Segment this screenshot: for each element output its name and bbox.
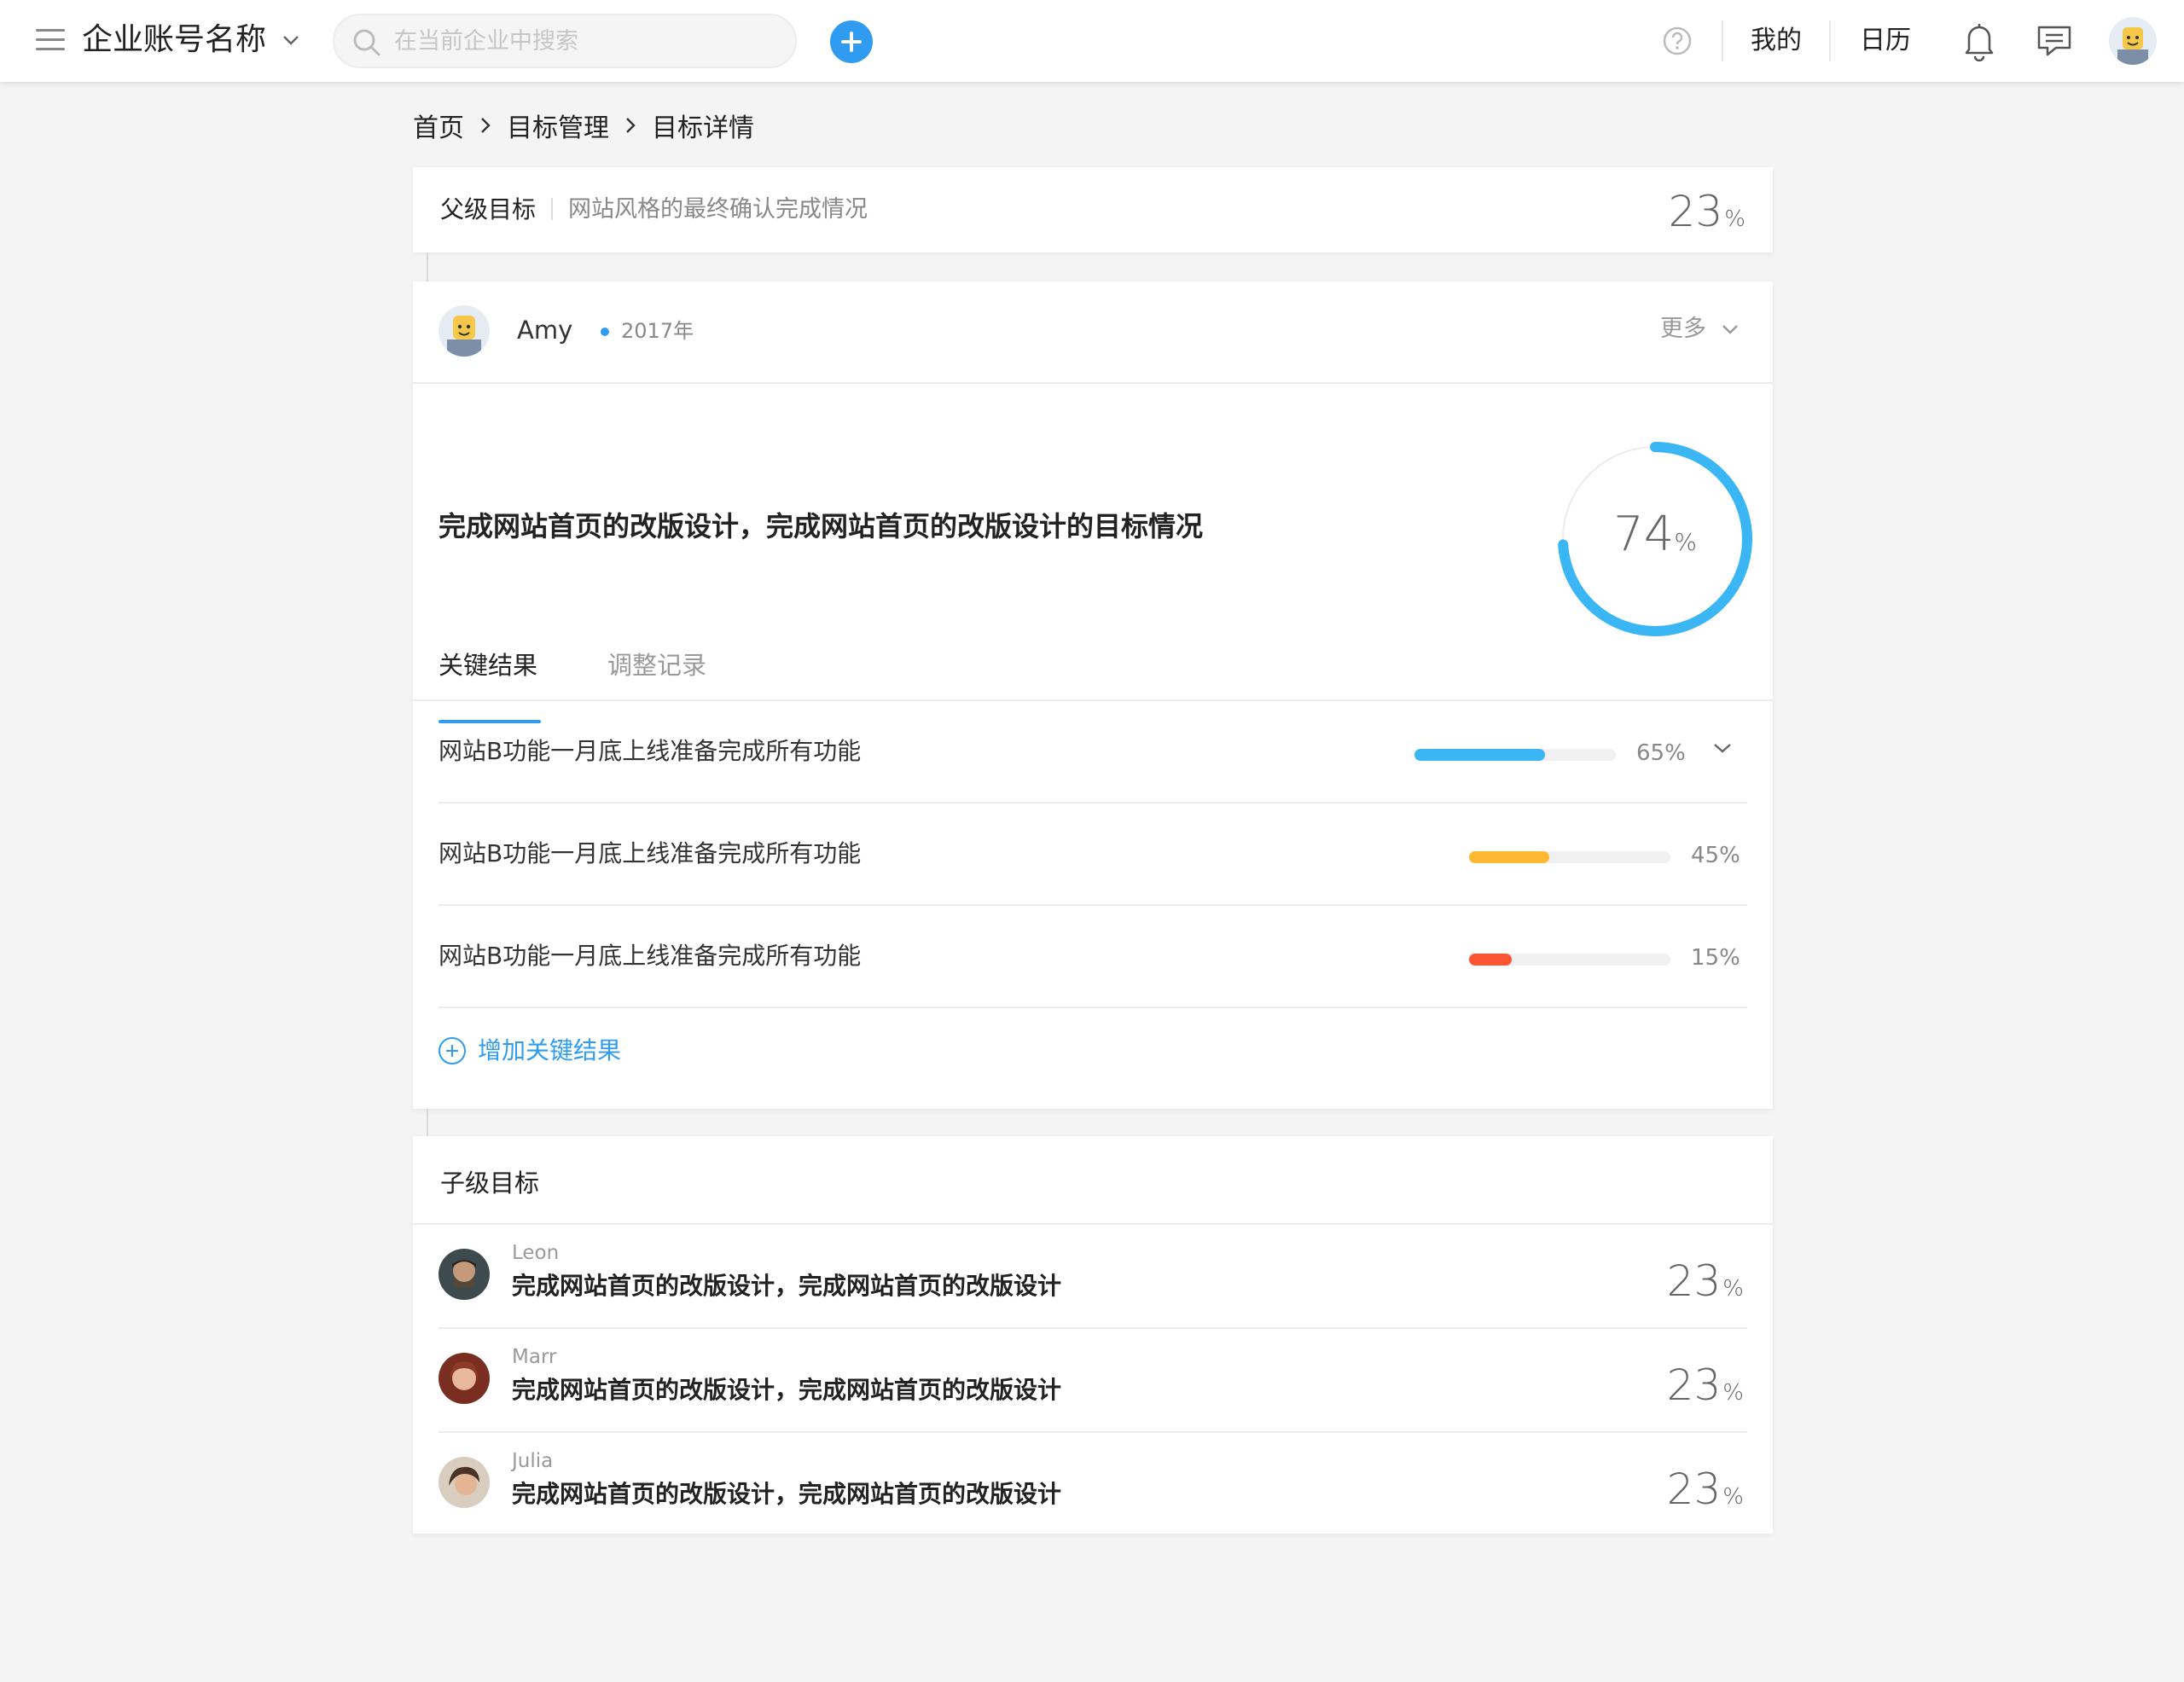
- sub-goal-progress: 23%: [1667, 1256, 1744, 1314]
- percent-unit: %: [1722, 1380, 1744, 1406]
- percent-value: 23: [1666, 1464, 1722, 1514]
- progress-bar: [1469, 851, 1670, 863]
- search-input[interactable]: [394, 22, 778, 60]
- percent-value: 23: [1668, 187, 1723, 236]
- owner-name: Amy: [517, 316, 573, 345]
- chevron-down-icon[interactable]: [282, 31, 300, 49]
- progress-bar: [1414, 749, 1616, 761]
- help-icon[interactable]: [1662, 26, 1693, 56]
- avatar[interactable]: [2109, 17, 2157, 65]
- key-result-percent: 45%: [1691, 843, 1740, 868]
- user-avatar-icon: [439, 1353, 490, 1404]
- goal-card: Amy 2017年 更多 完成网站首页的改版设计，完成网站首页的改版设计的目标情…: [413, 281, 1773, 1109]
- percent-unit: %: [1722, 1484, 1744, 1510]
- more-dropdown[interactable]: 更多: [1660, 310, 1739, 348]
- user-avatar-icon: [439, 305, 490, 357]
- avatar: [439, 1249, 490, 1300]
- breadcrumb: 首页 目标管理 目标详情: [413, 104, 754, 147]
- progress-bar-fill: [1469, 954, 1512, 966]
- breadcrumb-goal-detail: 目标详情: [652, 113, 754, 143]
- avatar: [439, 1353, 490, 1404]
- add-key-result-label: 增加关键结果: [478, 1036, 622, 1064]
- key-result-percent: 65%: [1636, 740, 1686, 766]
- goal-period: 2017年: [621, 319, 694, 343]
- breadcrumb-home[interactable]: 首页: [413, 107, 464, 144]
- tab-adjust-log[interactable]: 调整记录: [607, 640, 706, 708]
- user-avatar-icon: [439, 1457, 490, 1508]
- message-icon[interactable]: [2036, 24, 2073, 58]
- nav-link-calendar[interactable]: 日历: [1860, 20, 1911, 61]
- sub-goal-text: 完成网站首页的改版设计，完成网站首页的改版设计: [512, 1376, 1062, 1404]
- chevron-down-icon[interactable]: [1713, 742, 1732, 754]
- add-circle-icon: [439, 1037, 466, 1064]
- goal-title: 完成网站首页的改版设计，完成网站首页的改版设计的目标情况: [439, 510, 1204, 542]
- percent-value: 23: [1666, 1360, 1722, 1410]
- top-bar: 企业账号名称 我的 日历: [0, 0, 2184, 82]
- divider: [413, 382, 1773, 384]
- divider: [551, 198, 553, 220]
- sub-goal-text: 完成网站首页的改版设计，完成网站首页的改版设计: [512, 1272, 1062, 1300]
- key-result-percent: 15%: [1691, 945, 1740, 971]
- sub-goal-row[interactable]: Leon 完成网站首页的改版设计，完成网站首页的改版设计 23%: [439, 1225, 1747, 1329]
- avatar: [439, 1457, 490, 1508]
- sub-goal-owner: Julia: [512, 1450, 554, 1472]
- percent-unit: %: [1722, 1276, 1744, 1302]
- separator: [1722, 20, 1723, 61]
- company-name[interactable]: 企业账号名称: [82, 19, 266, 61]
- sub-goal-owner: Leon: [512, 1242, 560, 1264]
- add-button[interactable]: [830, 20, 873, 63]
- chevron-down-icon: [1722, 325, 1738, 334]
- connector-line: [427, 1109, 428, 1136]
- menu-icon[interactable]: [36, 29, 65, 53]
- percent-value: 23: [1666, 1256, 1722, 1306]
- progress-bar-fill: [1469, 851, 1550, 863]
- nav-link-mine[interactable]: 我的: [1751, 20, 1802, 61]
- parent-goal-link[interactable]: 网站风格的最终确认完成情况: [568, 191, 868, 229]
- avatar: [439, 305, 490, 357]
- key-result-row[interactable]: 网站B功能一月底上线准备完成所有功能 65%: [439, 701, 1747, 803]
- chevron-right-icon: [626, 118, 636, 133]
- sub-goals-title: 子级目标: [440, 1169, 540, 1198]
- bell-icon[interactable]: [1962, 20, 1996, 61]
- progress-bar: [1469, 954, 1670, 966]
- key-result-text: 网站B功能一月底上线准备完成所有功能: [439, 839, 862, 867]
- parent-goal-progress: 23%: [1669, 186, 1745, 245]
- sub-goal-progress: 23%: [1667, 1464, 1744, 1522]
- sub-goal-row[interactable]: Julia 完成网站首页的改版设计，完成网站首页的改版设计 23%: [439, 1433, 1747, 1537]
- goal-progress: 74%: [1553, 505, 1757, 572]
- user-avatar-icon: [2109, 17, 2157, 65]
- sub-goal-progress: 23%: [1667, 1360, 1744, 1418]
- connector-line: [427, 252, 428, 281]
- sub-goal-owner: Marr: [512, 1346, 557, 1368]
- percent-value: 74: [1613, 507, 1675, 562]
- tab-bar: 关键结果 调整记录: [439, 640, 776, 723]
- parent-goal-card: 父级目标 网站风格的最终确认完成情况 23%: [413, 167, 1773, 252]
- chevron-right-icon: [481, 118, 491, 133]
- key-result-row[interactable]: 网站B功能一月底上线准备完成所有功能 45%: [439, 803, 1747, 906]
- progress-bar-fill: [1414, 749, 1546, 761]
- parent-goal-label: 父级目标: [440, 195, 537, 223]
- key-result-text: 网站B功能一月底上线准备完成所有功能: [439, 942, 862, 970]
- sub-goals-card: 子级目标 Leon 完成网站首页的改版设计，完成网站首页的改版设计 23% Ma…: [413, 1136, 1773, 1534]
- tab-key-results[interactable]: 关键结果: [439, 640, 542, 723]
- percent-unit: %: [1724, 206, 1745, 232]
- search-box: [333, 14, 797, 68]
- sub-goal-row[interactable]: Marr 完成网站首页的改版设计，完成网站首页的改版设计 23%: [439, 1329, 1747, 1433]
- key-result-row[interactable]: 网站B功能一月底上线准备完成所有功能 15%: [439, 906, 1747, 1008]
- search-icon: [353, 29, 380, 56]
- breadcrumb-goal-management[interactable]: 目标管理: [507, 107, 609, 144]
- sub-goal-text: 完成网站首页的改版设计，完成网站首页的改版设计: [512, 1480, 1062, 1508]
- user-avatar-icon: [439, 1249, 490, 1300]
- more-label: 更多: [1660, 316, 1706, 342]
- status-dot: [601, 328, 609, 336]
- percent-unit: %: [1674, 528, 1697, 556]
- key-result-text: 网站B功能一月底上线准备完成所有功能: [439, 737, 862, 765]
- separator: [1829, 20, 1831, 61]
- add-key-result-button[interactable]: 增加关键结果: [439, 1034, 621, 1068]
